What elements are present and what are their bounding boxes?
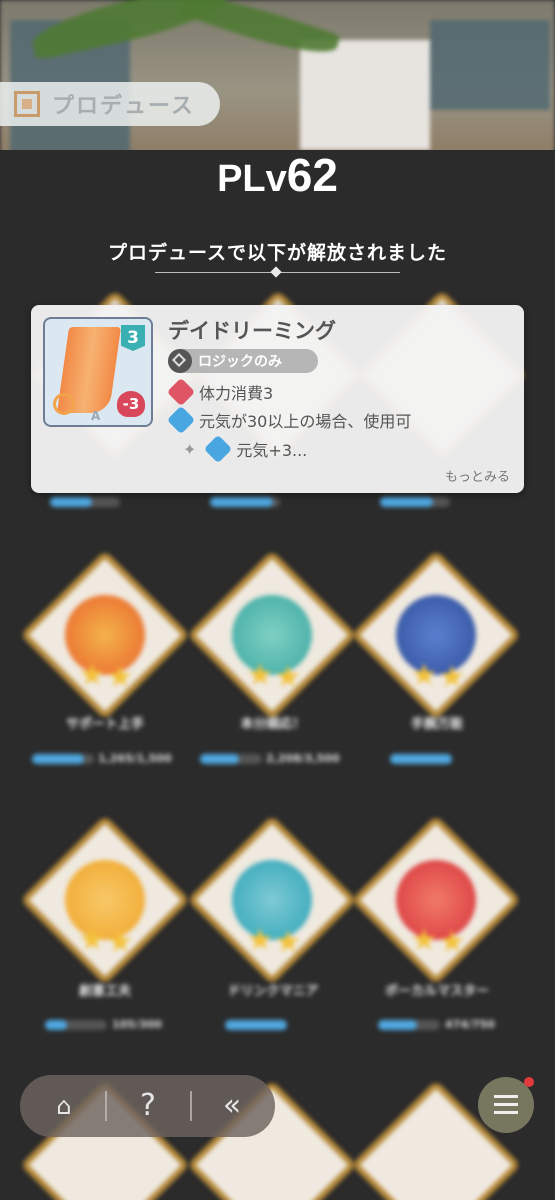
nav-divider [105,1091,107,1121]
badge-label: 手腕万能 [410,717,463,732]
progress-bar [32,754,94,764]
genki-icon [204,434,233,464]
badge-soui[interactable] [20,815,190,985]
effect-row: 元気が30以上の場合、使用可 [166,405,412,435]
skill-card-art: 3 -3 A [43,317,153,427]
logic-tag-label: ロジックのみ [198,354,282,370]
badge-vocal-emblem [379,843,493,957]
plv-value: 62 [286,149,338,201]
badge-label: ボーカルマスター [384,984,489,999]
genki-icon [166,405,196,435]
badge-label: 創意工夫 [78,984,131,999]
produce-tab[interactable]: プロデュース [0,82,220,126]
badge-drink[interactable] [187,815,357,985]
unlock-message: プロデュースで以下が解放されました [107,242,448,264]
heart-icon [166,377,196,407]
effect-text: 体力消費3 [199,384,274,403]
sub-bullet-icon: ✦ [183,439,197,459]
effect-text: 元気+3... [236,441,308,460]
produce-label: プロデュース [52,94,195,119]
help-icon[interactable]: ? [130,1088,166,1124]
badge-honbun-emblem [215,578,329,692]
badge-support-emblem [48,578,162,692]
effect-text: 元気が30以上の場合、使用可 [199,412,412,431]
home-icon[interactable]: ⌂ [46,1088,82,1124]
sparkle-icon [53,393,75,415]
progress-text: 2,208/3,500 [266,752,340,765]
badge-shuwan[interactable] [351,550,521,720]
progress-bar [200,754,262,764]
progress-bar [378,1020,440,1030]
notification-dot [524,1077,534,1087]
badge-label: サポート上手 [65,717,144,732]
badge-support[interactable] [20,550,190,720]
card-rarity: A [91,409,101,423]
progress-text: 105/300 [112,1018,162,1031]
produce-icon [14,91,40,117]
badge-honbun[interactable] [187,550,357,720]
effect-row: 体力消費3 [166,377,274,407]
card-cost: 3 [121,325,145,351]
bottom-nav: ⌂ ? « [20,1075,275,1137]
card-title: デイドリーミング [168,319,336,343]
progress-bar [225,1020,287,1030]
plv-display: PLv62 [0,148,555,202]
effect-row: ✦ 元気+3... [183,434,308,464]
badge-shuwan-emblem [379,578,493,692]
progress-bar [45,1020,107,1030]
progress-fill [390,754,452,764]
plv-label: PLv [217,158,287,200]
logic-icon [168,349,192,373]
logic-tag: ロジックのみ [168,349,318,373]
progress-text: 474/750 [445,1018,495,1031]
badge-soui-emblem [48,843,162,957]
badge-vocal[interactable] [351,815,521,985]
progress-fill [225,1020,287,1030]
progress-fill [378,1020,418,1030]
badge-drink-emblem [215,843,329,957]
more-link[interactable]: もっとみる [445,466,510,485]
menu-button[interactable] [478,1077,534,1133]
card-popup[interactable]: 3 -3 A デイドリーミング ロジックのみ 体力消費3 元気が30以上の場合、… [31,305,524,493]
badge-label: ドリンクマニア [227,984,319,999]
badge-label: 本分順応！ [240,717,306,732]
progress-bar [390,754,452,764]
game-screen: プロデュース PLv62 プロデュースで以下が解放されました サポート上手 1,… [0,0,555,1200]
back-icon[interactable]: « [214,1088,250,1124]
progress-text: 1,265/1,500 [98,752,172,765]
progress-fill [200,754,240,764]
menu-icon [494,1095,518,1098]
progress-fill [32,754,85,764]
nav-divider [190,1091,192,1121]
card-hp-cost: -3 [117,391,145,417]
progress-fill [45,1020,67,1030]
